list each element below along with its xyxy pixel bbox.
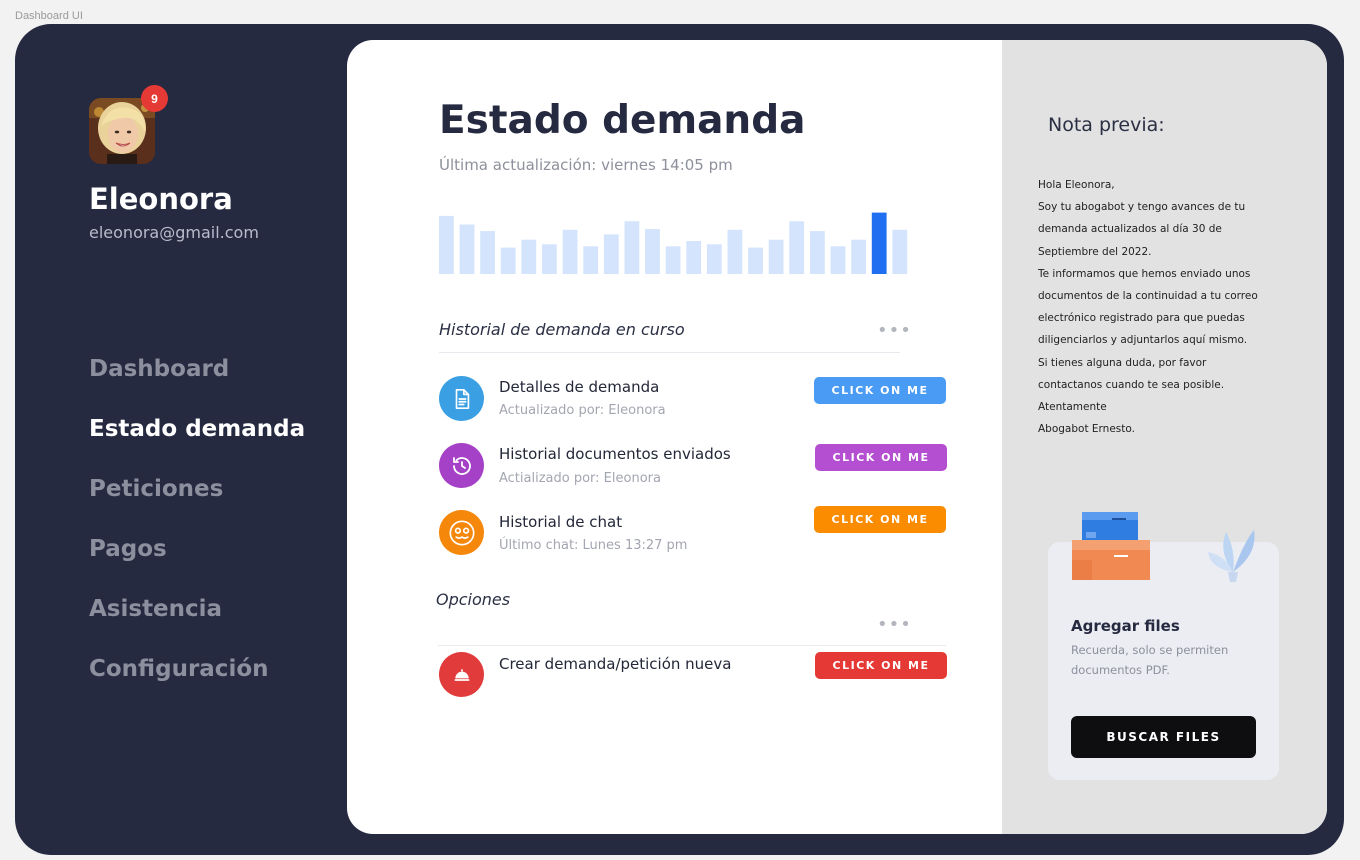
upload-card: Agregar files Recuerda, solo se permiten… — [1048, 512, 1279, 780]
historial-documentos-button[interactable]: CLICK ON ME — [815, 444, 947, 471]
note-line: Abogabot Ernesto. — [1038, 423, 1135, 436]
options-heading: Opciones — [436, 590, 511, 609]
activity-bar — [645, 229, 660, 274]
last-update-text: Última actualización: viernes 14:05 pm — [439, 156, 733, 174]
note-line: Atentamente — [1038, 401, 1107, 414]
note-line: Si tienes alguna duda, por favor — [1038, 356, 1207, 369]
activity-bar — [871, 212, 887, 274]
activity-bar — [892, 229, 908, 274]
sidebar-item-estado-demanda[interactable]: Estado demanda — [89, 410, 305, 470]
activity-bar — [665, 246, 681, 274]
activity-bar — [500, 247, 516, 274]
document-icon — [439, 376, 484, 421]
activity-bar — [459, 224, 475, 274]
activity-bar — [521, 239, 537, 274]
page-title: Estado demanda — [439, 98, 806, 143]
files-illustration — [1072, 512, 1255, 582]
upload-hint: Recuerda, solo se permiten documentos PD… — [1071, 643, 1229, 677]
activity-bar — [768, 239, 784, 274]
sidebar-item-pagos[interactable]: Pagos — [89, 530, 305, 590]
activity-bar — [810, 231, 825, 274]
sidebar-item-asistencia[interactable]: Asistencia — [89, 590, 305, 650]
activity-bar — [789, 221, 805, 274]
history-more-icon[interactable]: ••• — [877, 322, 912, 340]
history-item-title: Historial documentos enviados — [499, 445, 731, 463]
note-title: Nota previa: — [1048, 114, 1165, 136]
activity-bar — [562, 229, 578, 274]
activity-bar — [624, 221, 640, 274]
option-item-title: Crear demanda/petición nueva — [499, 655, 732, 673]
note-line: diligenciarlos y adjuntarlos aquí mismo. — [1038, 334, 1248, 347]
history-item-title: Detalles de demanda — [499, 378, 660, 396]
activity-bar — [542, 244, 557, 274]
crear-demanda-button[interactable]: CLICK ON ME — [815, 652, 947, 679]
user-email: eleonora@gmail.com — [89, 223, 259, 242]
note-line: contactanos cuando te sea posible. — [1038, 378, 1225, 391]
history-divider — [439, 352, 900, 353]
history-icon — [439, 443, 484, 488]
service-bell-icon — [439, 652, 484, 697]
activity-bar — [686, 241, 702, 274]
sidebar-item-peticiones[interactable]: Peticiones — [89, 470, 305, 530]
sidebar-nav: Dashboard Estado demanda Peticiones Pago… — [89, 350, 305, 710]
buscar-files-button[interactable]: BUSCAR FILES — [1071, 716, 1256, 758]
activity-bar — [583, 246, 599, 274]
note-line: documentos de la continuidad a tu correo — [1038, 290, 1258, 303]
sidebar-item-dashboard[interactable]: Dashboard — [89, 350, 305, 410]
activity-bar — [830, 246, 846, 274]
history-item-subtitle: Actualizado por: Eleonora — [499, 403, 666, 418]
note-line: Soy tu abogabot y tengo avances de tu — [1038, 201, 1246, 214]
history-item-subtitle: Actializado por: Eleonora — [499, 471, 661, 486]
chat-bot-icon — [439, 510, 484, 555]
history-item-title: Historial de chat — [499, 513, 623, 531]
note-line: electrónico registrado para que puedas — [1038, 312, 1245, 325]
history-heading: Historial de demanda en curso — [439, 320, 685, 339]
frame-label: Dashboard UI — [15, 10, 83, 22]
sidebar-item-configuracion[interactable]: Configuración — [89, 650, 305, 710]
options-more-icon[interactable]: ••• — [877, 616, 912, 634]
note-line: Hola Eleonora, — [1038, 179, 1115, 191]
history-item-subtitle: Último chat: Lunes 13:27 pm — [499, 538, 688, 553]
activity-bar — [480, 231, 495, 274]
note-line: Te informamos que hemos enviado unos — [1038, 267, 1251, 280]
activity-bar — [603, 234, 619, 274]
historial-chat-button[interactable]: CLICK ON ME — [814, 506, 946, 533]
note-line: demanda actualizados al día 30 de — [1038, 223, 1222, 236]
main-card: Estado demanda Última actualización: vie… — [347, 40, 1327, 834]
note-body: Hola Eleonora, Soy tu abogabot y tengo a… — [1038, 174, 1288, 440]
detalles-demanda-button[interactable]: CLICK ON ME — [814, 377, 946, 404]
activity-bar — [439, 215, 454, 274]
upload-title: Agregar files — [1071, 617, 1180, 635]
profile[interactable]: 9 — [89, 85, 168, 164]
app-window: 9 Eleonora eleonora@gmail.com Dashboard … — [15, 24, 1344, 855]
activity-bar — [706, 244, 722, 274]
note-line: Septiembre del 2022. — [1038, 245, 1152, 258]
options-divider — [438, 645, 946, 646]
activity-bar — [851, 239, 866, 274]
note-panel: Nota previa: Hola Eleonora, Soy tu aboga… — [1002, 40, 1327, 834]
activity-bar — [727, 229, 743, 274]
notification-badge: 9 — [141, 85, 168, 112]
user-name: Eleonora — [89, 182, 233, 216]
activity-bar — [748, 247, 763, 274]
activity-bar-graph — [439, 212, 908, 274]
